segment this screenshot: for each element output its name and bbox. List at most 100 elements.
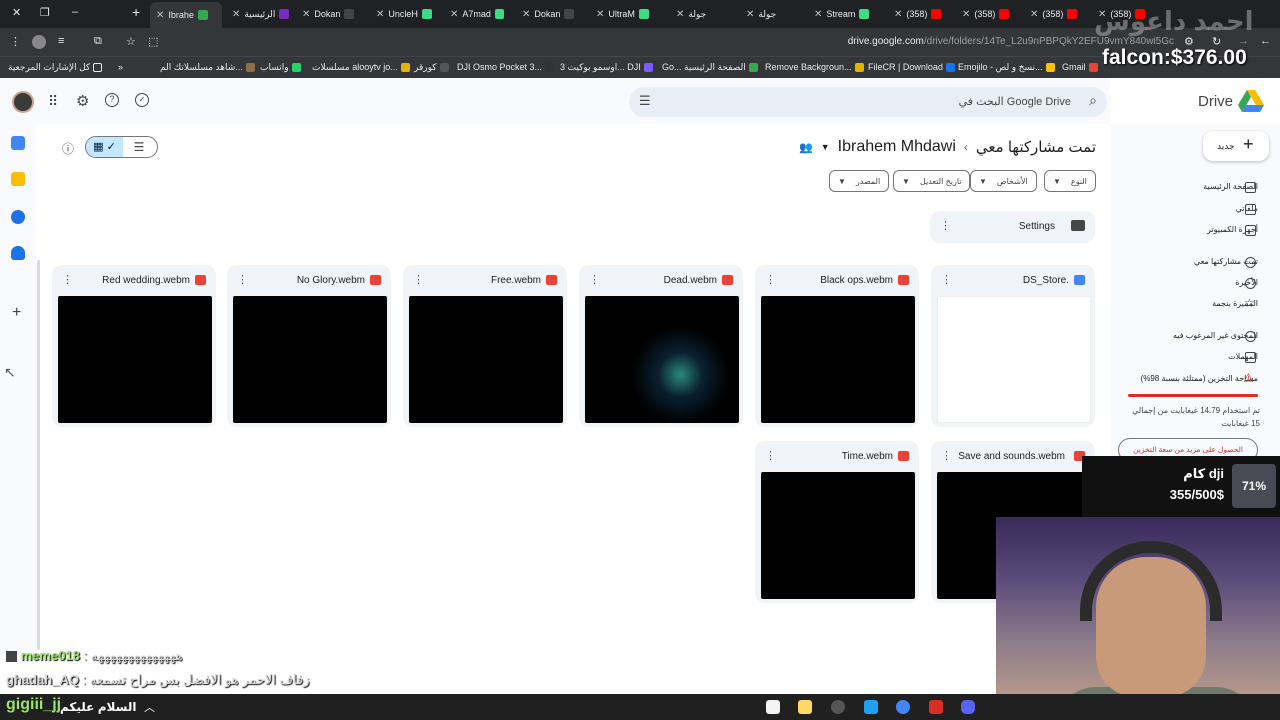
tab-item[interactable]: ✕ (358) [1024,4,1088,24]
obs-icon[interactable] [831,700,845,714]
back-icon[interactable]: ← [1260,35,1271,47]
tab-item[interactable]: ✕ Dokan [296,4,366,24]
list-view-button[interactable]: ☰ [121,137,157,157]
tab-drive[interactable]: ✕ Ibrahe [150,2,222,28]
contacts-icon[interactable] [11,246,25,260]
app-icon[interactable] [766,700,780,714]
bookmark-item[interactable]: Gmail [1062,62,1098,72]
search-options-icon[interactable]: ☰ [639,93,651,109]
tab-item[interactable]: ✕ (358) [956,4,1020,24]
add-app-icon[interactable]: + [12,304,21,322]
share-icon[interactable]: ⬚ [148,35,158,48]
bookmark-item[interactable]: FileCR | Download [868,62,955,72]
file-thumbnail [937,296,1091,423]
bookmark-item[interactable]: اوسمو بوكيت 3... DJI [560,62,653,73]
view-toggle[interactable]: ▦ ✓ ☰ [85,136,158,158]
search-input[interactable]: البحث في Google Drive [959,95,1071,108]
breadcrumb-root[interactable]: تمت مشاركتها معي [976,138,1096,156]
app-icon[interactable] [929,700,943,714]
tab-item[interactable]: ✕ Dokan [516,4,586,24]
more-options-icon[interactable]: ⋮ [237,273,248,286]
folder-icon [93,63,103,72]
file-card[interactable]: ⋮ Free.webm [403,265,567,427]
bookmark-item[interactable]: Emojilo - نسخ و لص... [958,62,1055,73]
window-minimize-icon[interactable]: – [72,6,78,18]
offline-status-icon[interactable]: ✓ [135,93,149,107]
youtube-favicon-icon [1067,9,1078,19]
window-close-icon[interactable]: ✕ [12,6,21,19]
breadcrumb-dropdown-icon[interactable]: ▼ [821,142,830,152]
bookmark-item[interactable]: DJI Osmo Pocket 3... [457,62,555,72]
computer-icon [1245,225,1256,236]
file-card[interactable]: ⋮ No Glory.webm [227,265,391,427]
profile-avatar-icon[interactable] [32,35,46,49]
more-options-icon[interactable]: ⋮ [62,273,73,286]
discord-icon[interactable] [961,700,975,714]
bookmark-item[interactable]: Go... الصفحة الرئيسية [662,62,758,73]
bookmark-item[interactable]: Remove Backgroun... [765,62,864,72]
file-card[interactable]: ⋮ Black ops.webm [755,265,919,427]
filter-modified[interactable]: ▼ تاريخ التعديل [893,170,971,192]
file-thumbnail [585,296,739,423]
tab-search-icon[interactable]: ≡ [58,35,64,47]
new-button[interactable]: جديد + [1203,131,1269,161]
bookmark-item[interactable]: مسلسلات alooytv jo... [312,62,410,73]
tab-item[interactable]: ✕ A7mad [444,4,510,24]
bookmark-item[interactable]: شاهد مسلسلاتك الم... [160,62,255,73]
apps-grid-icon[interactable]: ⠿ [48,93,58,110]
filter-people[interactable]: ▼ الأشخاص [970,170,1037,192]
more-options-icon[interactable]: ⋮ [413,273,424,286]
bookmark-item[interactable]: واتساب [260,62,301,73]
keep-icon[interactable] [11,172,25,186]
tab-item[interactable]: ✕ Stream [808,4,886,24]
new-tab-icon[interactable]: + [132,4,140,20]
tab-item[interactable]: ✕ UncleH [370,4,440,24]
calendar-icon[interactable] [11,136,25,150]
bookmarks-bar: كل الإشارات المرجعية » شاهد مسلسلاتك الم… [0,56,1280,78]
more-options-icon[interactable]: ⋮ [765,449,776,462]
tab-item[interactable]: ✕ UltraM [590,4,660,24]
stream-watermark: احمد داعوس [1094,6,1254,36]
donation-goal-widget: كام dji 355/500$ 71% [1082,456,1280,518]
chrome-icon[interactable] [896,700,910,714]
account-avatar[interactable] [12,91,34,113]
all-bookmarks[interactable]: كل الإشارات المرجعية [8,62,103,73]
filter-type[interactable]: ▼ النوع [1044,170,1096,192]
settings-gear-icon[interactable]: ⚙ [76,92,89,110]
window-restore-icon[interactable]: ❐ [40,6,50,19]
tab-item[interactable]: ✕ جولة [740,4,804,24]
tasks-icon[interactable] [11,210,25,224]
more-options-icon[interactable]: ⋮ [941,273,952,286]
sidebar-item-storage[interactable]: مساحة التخزين (ممتلئة بنسبة 98%) [1141,374,1258,383]
tab-favicon-icon [279,9,290,19]
tab-item[interactable]: ✕ الرئيسية [226,4,296,24]
share-people-icon[interactable]: 👥 [799,141,813,154]
search-icon[interactable]: ⌕ [1089,92,1097,109]
grid-view-button[interactable]: ▦ ✓ [86,137,123,157]
more-options-icon[interactable]: ⋮ [765,273,776,286]
chevron-icon[interactable]: » [118,62,123,72]
more-options-icon[interactable]: ⋮ [589,273,600,286]
help-icon[interactable]: ? [105,93,119,107]
close-tab-icon[interactable]: ✕ [156,10,164,21]
extensions-icon[interactable]: ⧉ [94,35,102,48]
app-icon[interactable] [864,700,878,714]
file-card[interactable]: ⋮ Time.webm [755,441,919,603]
info-icon[interactable]: ⓘ [62,140,74,157]
bookmark-item[interactable]: كورقر [414,62,449,73]
bookmark-star-icon[interactable]: ☆ [126,35,136,48]
file-card[interactable]: ⋮ Dead.webm [579,265,743,427]
more-options-icon[interactable]: ⋮ [940,219,951,232]
tab-item[interactable]: ✕ جولة [670,4,734,24]
search-bar[interactable]: ☰ البحث في Google Drive ⌕ [629,87,1107,117]
chevron-up-icon[interactable]: ︿ [144,699,155,715]
tab-item[interactable]: ✕ (358) [888,4,952,24]
filter-source[interactable]: ▼ المصدر [829,170,890,192]
more-options-icon[interactable]: ⋮ [941,449,952,462]
file-card[interactable]: ⋮ DS_Store. [931,265,1095,427]
folder-card[interactable]: ⋮ Settings [930,211,1095,243]
store-icon[interactable] [798,700,812,714]
breadcrumb-current[interactable]: Ibrahem Mhdawi [838,138,956,156]
file-card[interactable]: ⋮ Red wedding.webm [52,265,216,427]
menu-kebab-icon[interactable]: ⋮ [10,35,21,48]
